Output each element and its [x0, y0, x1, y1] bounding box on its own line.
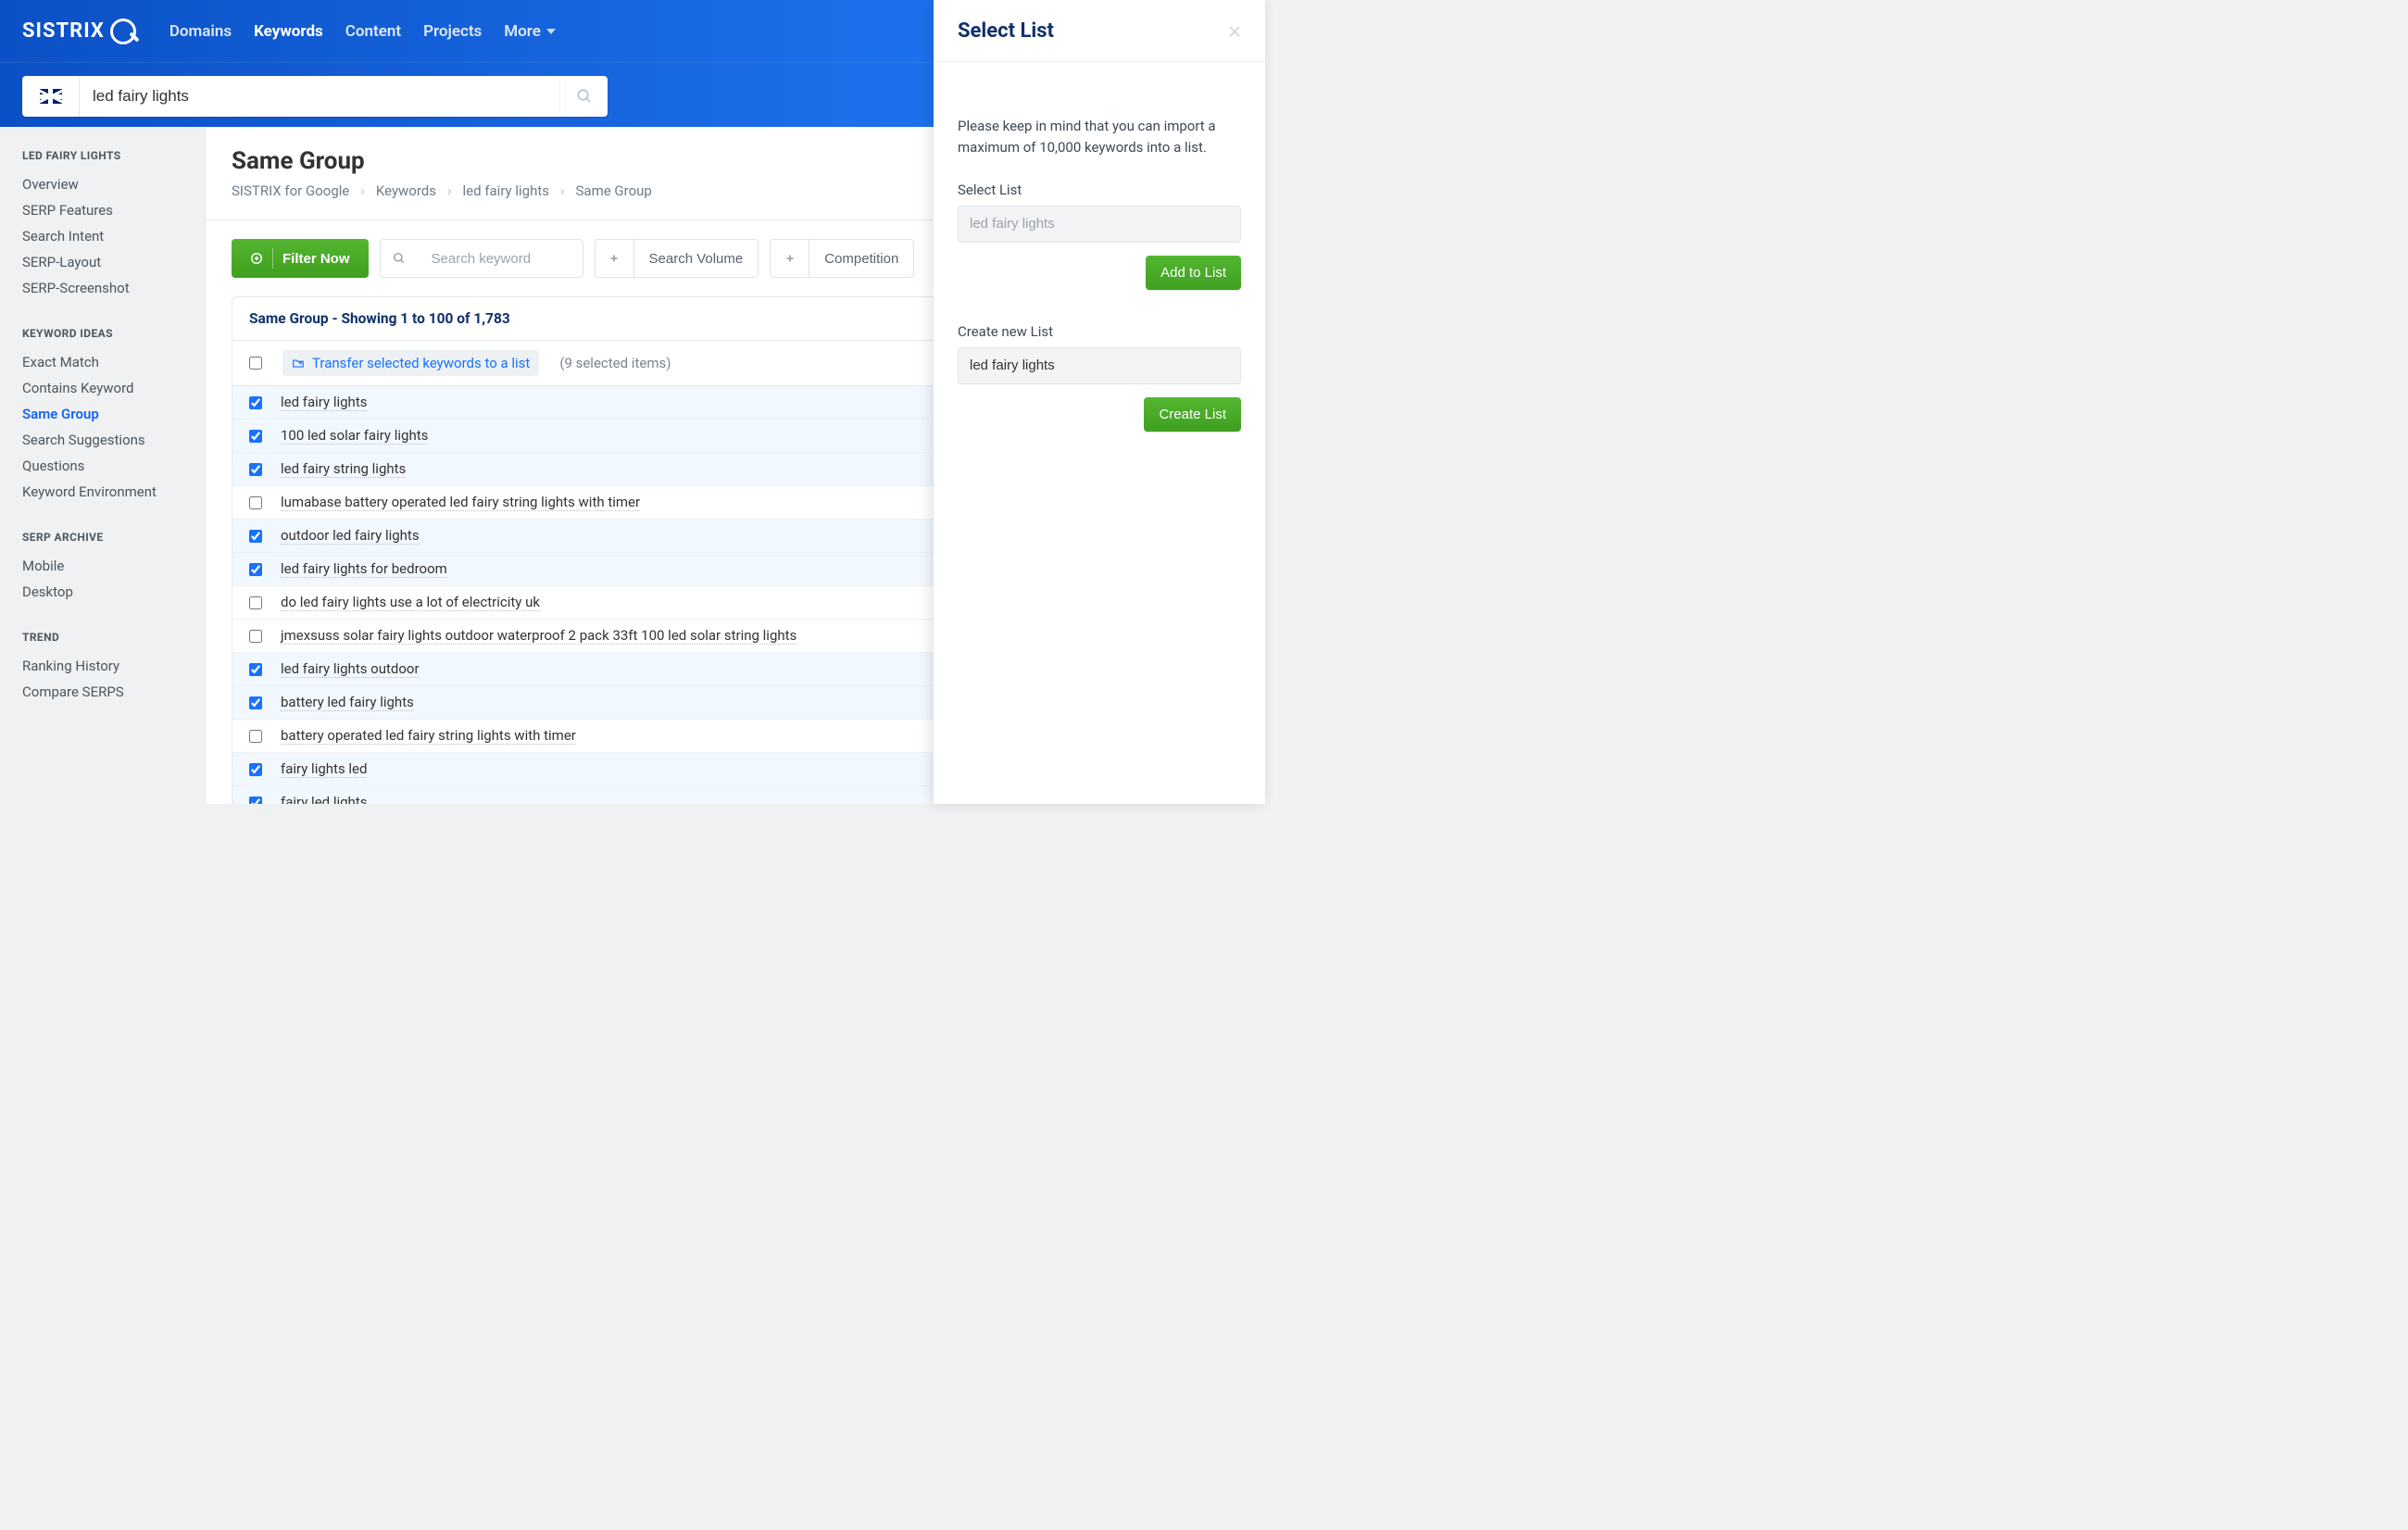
sidebar-item-questions[interactable]: Questions: [22, 453, 190, 479]
sidebar-item-serp-screenshot[interactable]: SERP-Screenshot: [22, 275, 190, 301]
uk-flag-icon: [40, 89, 62, 104]
sidebar-item-overview[interactable]: Overview: [22, 171, 190, 197]
country-selector[interactable]: [22, 76, 80, 117]
logo[interactable]: SISTRIX: [22, 19, 136, 44]
nav-keywords[interactable]: Keywords: [254, 22, 323, 41]
row-checkbox[interactable]: [249, 663, 262, 676]
search-icon: [576, 88, 593, 105]
filter-competition[interactable]: Competition: [809, 239, 914, 278]
sidebar-item-exact-match[interactable]: Exact Match: [22, 349, 190, 375]
crumb[interactable]: led fairy lights: [463, 182, 549, 199]
transfer-label: Transfer selected keywords to a list: [312, 355, 530, 371]
global-search-button[interactable]: [559, 76, 608, 117]
drawer-title: Select List: [958, 19, 1054, 43]
nav-more[interactable]: More: [504, 22, 556, 41]
sidebar-item-serp-layout[interactable]: SERP-Layout: [22, 249, 190, 275]
keyword-cell[interactable]: lumabase battery operated led fairy stri…: [281, 494, 640, 511]
select-all-checkbox[interactable]: [249, 357, 262, 370]
row-checkbox[interactable]: [249, 496, 262, 509]
sidebar-item-search-suggestions[interactable]: Search Suggestions: [22, 427, 190, 453]
close-icon[interactable]: ×: [1228, 19, 1241, 43]
keyword-cell[interactable]: led fairy lights outdoor: [281, 660, 420, 678]
filter-search-volume[interactable]: Search Volume: [633, 239, 759, 278]
selected-count: (9 selected items): [559, 355, 671, 371]
sidebar-heading: LED FAIRY LIGHTS: [22, 149, 190, 162]
row-checkbox[interactable]: [249, 696, 262, 709]
transfer-to-list-button[interactable]: Transfer selected keywords to a list: [282, 350, 539, 376]
logo-text: SISTRIX: [22, 19, 105, 43]
filter-now-label: Filter Now: [282, 251, 350, 267]
add-competition-button[interactable]: [770, 239, 809, 278]
sidebar-item-ranking-history[interactable]: Ranking History: [22, 653, 190, 679]
sidebar-heading: TREND: [22, 631, 190, 644]
create-list-label: Create new List: [958, 323, 1241, 340]
nav-content[interactable]: Content: [345, 22, 401, 41]
sidebar-group-ideas: KEYWORD IDEAS Exact Match Contains Keywo…: [22, 327, 190, 505]
row-checkbox[interactable]: [249, 463, 262, 476]
add-search-volume-button[interactable]: [595, 239, 633, 278]
sidebar-heading: SERP ARCHIVE: [22, 531, 190, 544]
nav-projects[interactable]: Projects: [423, 22, 482, 41]
sidebar-item-desktop[interactable]: Desktop: [22, 579, 190, 605]
select-list-drawer: Select List × Please keep in mind that y…: [934, 0, 1265, 804]
sidebar-heading: KEYWORD IDEAS: [22, 327, 190, 340]
nav-domains[interactable]: Domains: [169, 22, 232, 41]
select-list-label: Select List: [958, 182, 1241, 198]
keyword-cell[interactable]: outdoor led fairy lights: [281, 527, 420, 545]
row-checkbox[interactable]: [249, 596, 262, 609]
crumb[interactable]: Keywords: [376, 182, 436, 199]
search-keyword-input[interactable]: [419, 239, 583, 278]
create-list-button[interactable]: Create List: [1144, 397, 1241, 432]
keyword-cell[interactable]: 100 led solar fairy lights: [281, 427, 428, 445]
sidebar-group-trend: TREND Ranking History Compare SERPS: [22, 631, 190, 705]
nav-more-label: More: [504, 22, 541, 41]
sidebar-item-same-group[interactable]: Same Group: [22, 401, 190, 427]
sidebar-item-mobile[interactable]: Mobile: [22, 553, 190, 579]
keyword-cell[interactable]: led fairy string lights: [281, 460, 406, 478]
row-checkbox[interactable]: [249, 530, 262, 543]
chevron-down-icon: [546, 29, 556, 34]
keyword-cell[interactable]: fairy led lights: [281, 794, 367, 804]
search-icon: [393, 252, 406, 265]
global-search-box: [22, 76, 608, 117]
sidebar-group-archive: SERP ARCHIVE Mobile Desktop: [22, 531, 190, 605]
sidebar-item-contains-keyword[interactable]: Contains Keyword: [22, 375, 190, 401]
sidebar-group-keyword: LED FAIRY LIGHTS Overview SERP Features …: [22, 149, 190, 301]
global-search-input[interactable]: [80, 76, 559, 117]
drawer-header: Select List ×: [934, 0, 1265, 62]
add-to-list-button[interactable]: Add to List: [1146, 256, 1241, 290]
plus-icon: [784, 252, 796, 265]
row-checkbox[interactable]: [249, 763, 262, 776]
create-list-input[interactable]: [958, 347, 1241, 384]
filter-now-button[interactable]: Filter Now: [232, 239, 369, 278]
sidebar-item-serp-features[interactable]: SERP Features: [22, 197, 190, 223]
primary-nav: Domains Keywords Content Projects More: [169, 22, 556, 41]
keyword-cell[interactable]: battery led fairy lights: [281, 694, 414, 711]
sidebar-item-keyword-environment[interactable]: Keyword Environment: [22, 479, 190, 505]
keyword-cell[interactable]: jmexsuss solar fairy lights outdoor wate…: [281, 627, 796, 645]
folder-out-icon: [292, 357, 305, 370]
sidebar-item-search-intent[interactable]: Search Intent: [22, 223, 190, 249]
row-checkbox[interactable]: [249, 730, 262, 743]
row-checkbox[interactable]: [249, 630, 262, 643]
keyword-cell[interactable]: led fairy lights: [281, 394, 367, 411]
sidebar: LED FAIRY LIGHTS Overview SERP Features …: [0, 127, 206, 804]
plus-circle-icon: [250, 252, 263, 265]
plus-icon: [608, 252, 621, 265]
keyword-cell[interactable]: battery operated led fairy string lights…: [281, 727, 576, 745]
select-list-input[interactable]: [958, 206, 1241, 243]
crumb[interactable]: SISTRIX for Google: [232, 182, 349, 199]
row-checkbox[interactable]: [249, 396, 262, 409]
sidebar-item-compare-serps[interactable]: Compare SERPS: [22, 679, 190, 705]
drawer-info-text: Please keep in mind that you can import …: [958, 116, 1241, 159]
row-checkbox[interactable]: [249, 430, 262, 443]
search-keyword-icon-button[interactable]: [380, 239, 419, 278]
keyword-cell[interactable]: led fairy lights for bedroom: [281, 560, 447, 578]
keyword-cell[interactable]: fairy lights led: [281, 760, 367, 778]
search-icon: [110, 19, 136, 44]
keyword-cell[interactable]: do led fairy lights use a lot of electri…: [281, 594, 540, 611]
row-checkbox[interactable]: [249, 796, 262, 805]
row-checkbox[interactable]: [249, 563, 262, 576]
crumb[interactable]: Same Group: [576, 182, 652, 199]
